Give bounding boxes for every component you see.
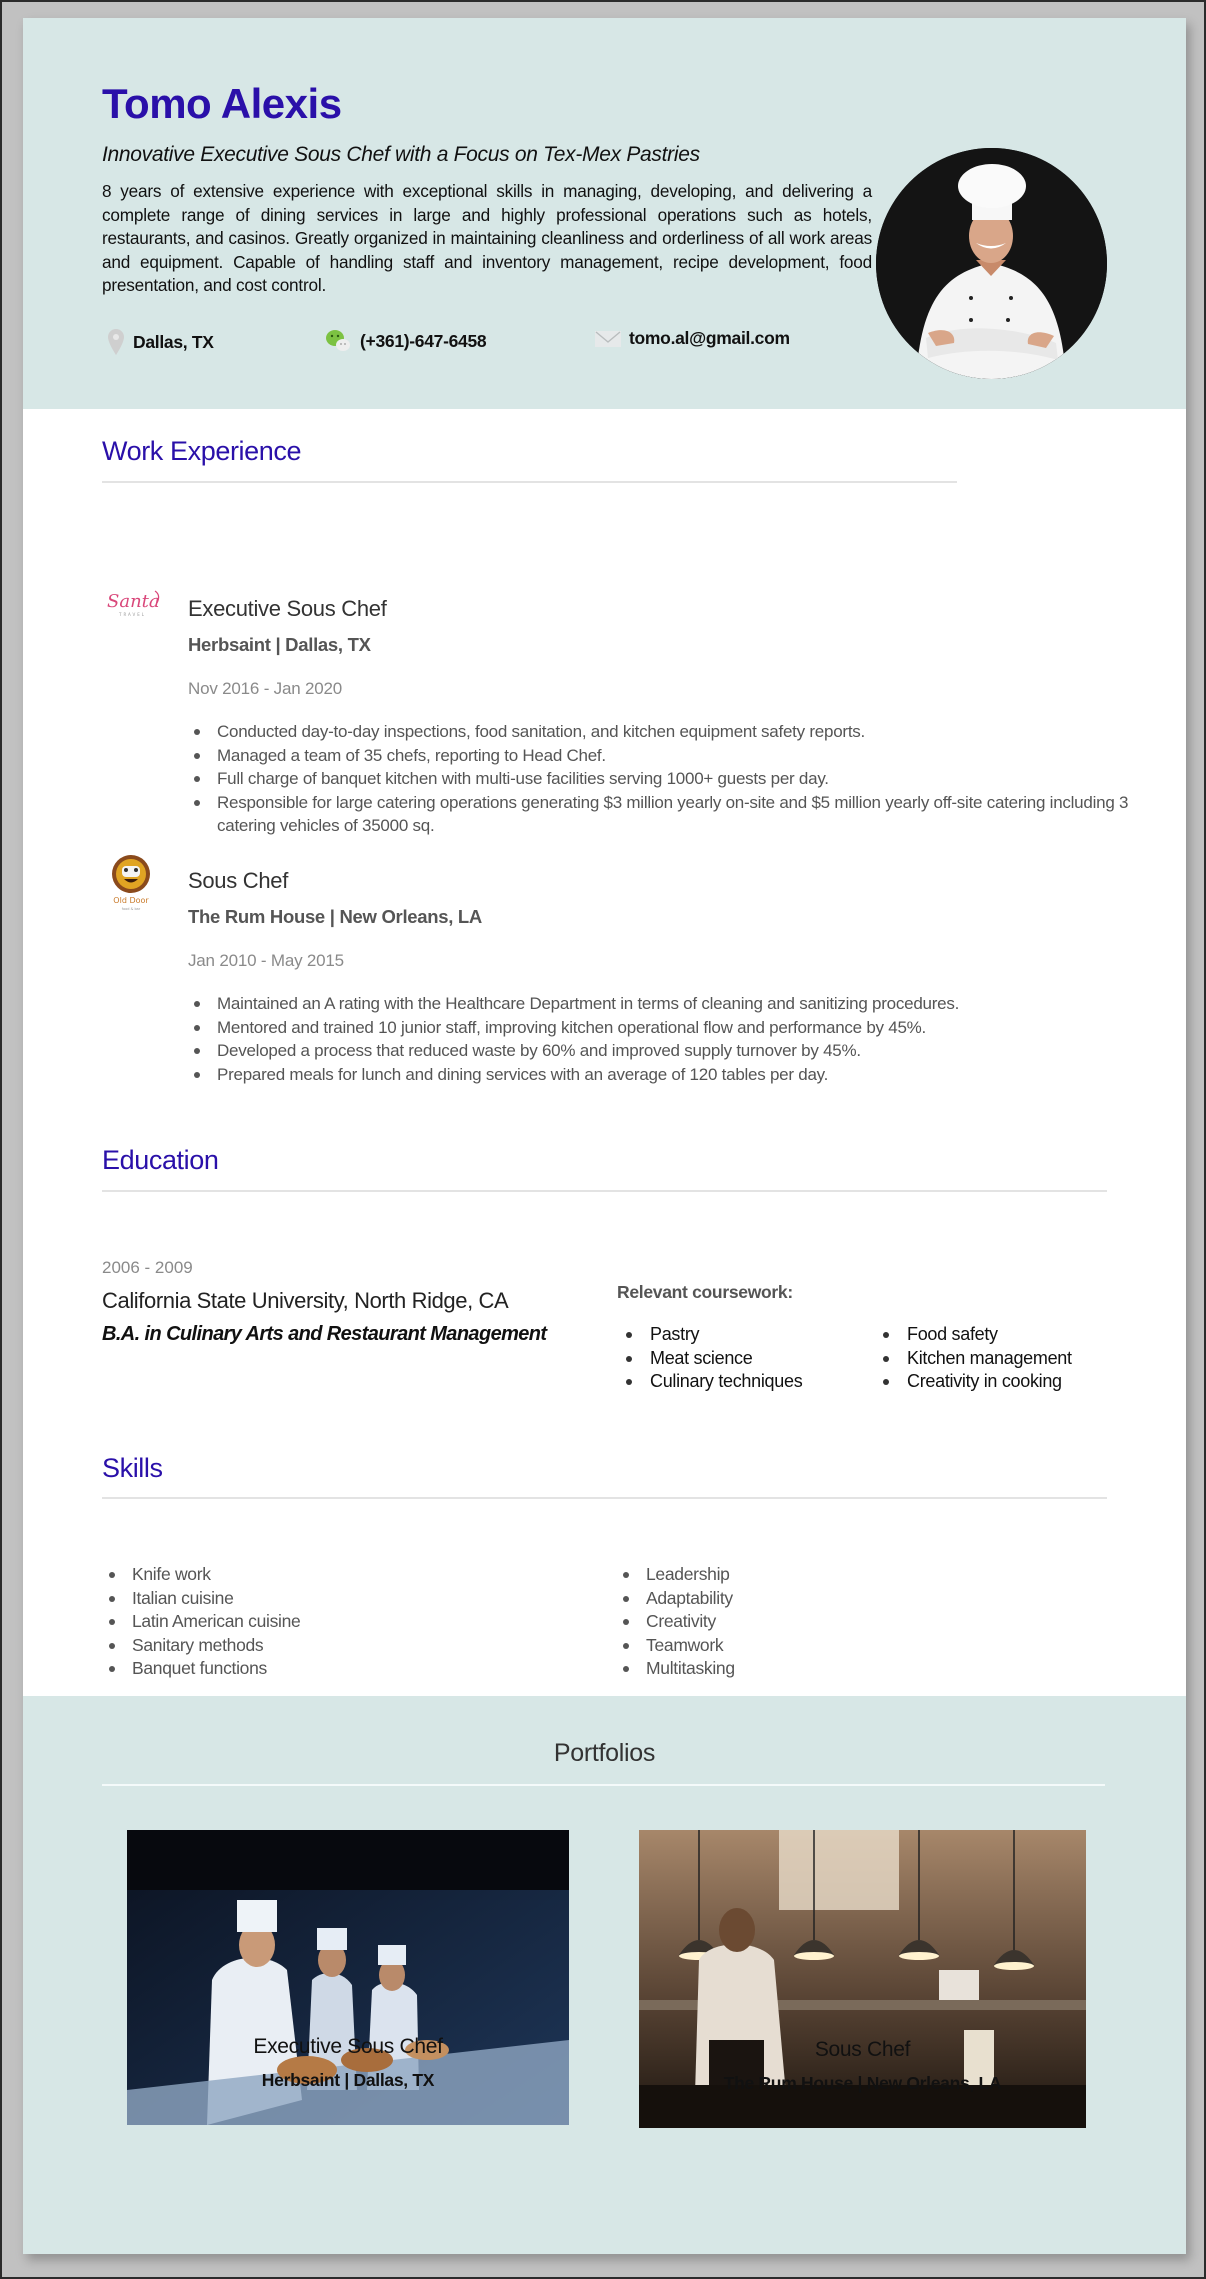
list-item: Latin American cuisine [103,1610,301,1634]
section-title-portfolios: Portfolios [553,1739,656,1767]
portfolio-subtitle: The Rum House | New Orleans, LA [723,2073,1002,2093]
job-company: The Rum House | New Orleans, LA [188,906,482,927]
portfolio-title: Sous Chef [814,2038,911,2061]
list-item: Developed a process that reduced waste b… [188,1039,1133,1063]
list-item: Banquet functions [103,1657,301,1681]
list-item: Culinary techniques [620,1370,803,1394]
logo-subtext: food & bar [122,907,141,911]
candidate-name: Tomo Alexis [102,80,342,127]
list-item: Food safety [877,1323,1072,1347]
contact-location: Dallas, TX [107,328,214,356]
section-title-work-experience: Work Experience [102,436,302,466]
job-company: Herbsaint | Dallas, TX [188,634,371,655]
logo-text: Old Door [113,896,149,905]
profile-photo [876,148,1107,379]
section-divider [102,1784,1105,1786]
resume-page: Tomo Alexis Innovative Executive Sous Ch… [23,18,1186,2254]
job-dates: Nov 2016 - Jan 2020 [188,679,343,698]
job-title: Executive Sous Chef [188,596,387,621]
job-dates: Jan 2010 - May 2015 [188,951,344,970]
list-item: Creativity in cooking [877,1370,1072,1394]
list-item: Adaptability [617,1587,735,1611]
skills-list-2: Leadership Adaptability Creativity Teamw… [617,1563,735,1681]
list-item: Italian cuisine [103,1587,301,1611]
section-divider [102,1497,1107,1499]
coursework-list-1: Pastry Meat science Culinary techniques [620,1323,803,1394]
profile-summary: 8 years of extensive experience with exc… [102,181,872,295]
education-school: California State University, North Ridge… [102,1288,509,1313]
coursework-list-2: Food safety Kitchen management Creativit… [877,1323,1072,1394]
company-logo-santa-travel: Santa TRAVEL [105,585,169,624]
education-degree: B.A. in Culinary Arts and Restaurant Man… [102,1323,547,1345]
list-item: Meat science [620,1347,802,1371]
job-title: Sous Chef [188,868,289,893]
candidate-tagline: Innovative Executive Sous Chef with a Fo… [102,143,700,166]
job-responsibilities: Conducted day-to-day inspections, food s… [188,720,1133,838]
list-item: Knife work [103,1563,301,1587]
section-title-skills: Skills [102,1453,163,1483]
section-divider [102,1190,1107,1192]
resume-header: Tomo Alexis Innovative Executive Sous Ch… [23,18,1186,409]
skills-list-1: Knife work Italian cuisine Latin America… [103,1563,301,1681]
list-item: Full charge of banquet kitchen with mult… [188,767,1133,791]
map-pin-icon [107,328,125,356]
wechat-icon [324,328,352,354]
contact-phone: (+361)-647-6458 [324,328,487,354]
education-dates: 2006 - 2009 [102,1258,193,1277]
list-item: Maintained an A rating with the Healthca… [188,992,1133,1016]
list-item: Pastry [620,1323,802,1347]
list-item: Responsible for large catering operation… [188,791,1133,838]
portfolio-subtitle: Herbsaint | Dallas, TX [261,2070,435,2090]
portfolio-section: Portfolios Executive Sous Chef Herbsaint… [23,1696,1186,2254]
list-item: Teamwork [617,1634,735,1658]
logo-text: Santa [107,591,160,612]
contact-phone-text[interactable]: (+361)-647-6458 [360,331,487,352]
list-item: Kitchen management [877,1347,1072,1371]
list-item: Conducted day-to-day inspections, food s… [188,720,1133,744]
logo-subtext: TRAVEL [118,612,146,617]
list-item: Managed a team of 35 chefs, reporting to… [188,744,1133,768]
company-logo-old-door: Old Door food & bar [109,854,153,917]
contact-email-text[interactable]: tomo.al@gmail.com [629,328,790,349]
portfolio-title: Executive Sous Chef [253,2035,443,2058]
contact-email: tomo.al@gmail.com [595,328,790,349]
list-item: Prepared meals for lunch and dining serv… [188,1063,1133,1087]
list-item: Creativity [617,1610,735,1634]
coursework-label: Relevant coursework: [617,1282,793,1302]
list-item: Sanitary methods [103,1634,301,1658]
contact-location-text: Dallas, TX [133,331,214,352]
job-responsibilities: Maintained an A rating with the Healthca… [188,992,1133,1086]
list-item: Mentored and trained 10 junior staff, im… [188,1016,1133,1040]
list-item: Leadership [617,1563,735,1587]
list-item: Multitasking [617,1657,735,1681]
envelope-icon [595,330,621,347]
section-title-education: Education [102,1145,219,1175]
section-divider [102,481,957,483]
